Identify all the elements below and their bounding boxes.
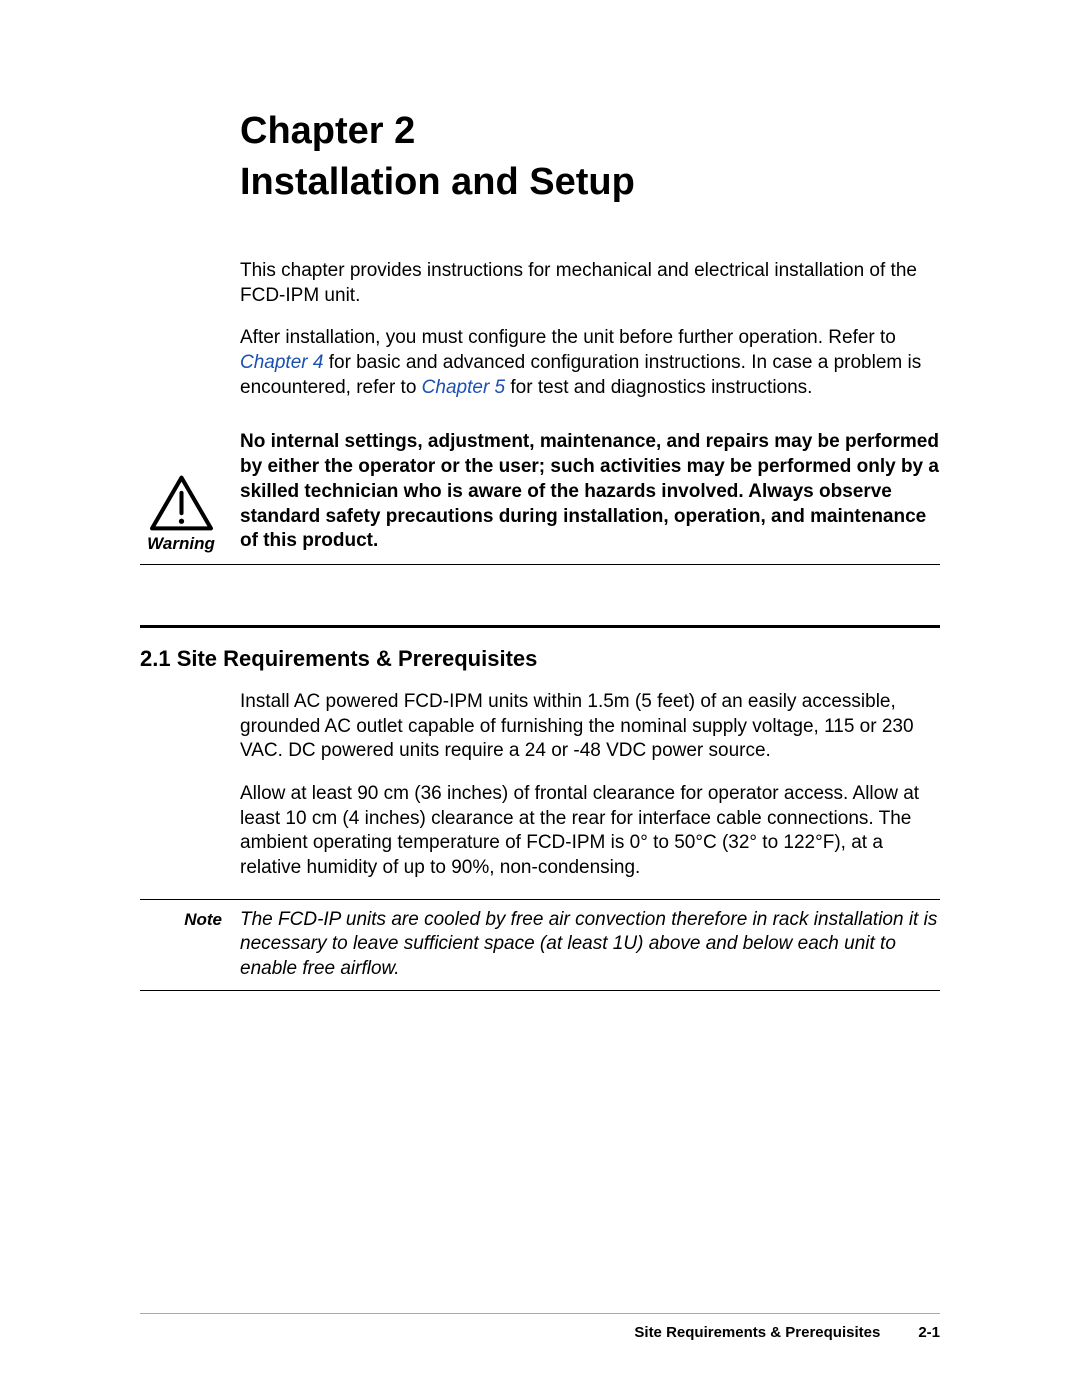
section-paragraph-2: Allow at least 90 cm (36 inches) of fron… (240, 782, 940, 881)
note-text: The FCD-IP units are cooled by free air … (240, 908, 940, 982)
intro-paragraph-1: This chapter provides instructions for m… (240, 259, 940, 308)
chapter-number: Chapter 2 (240, 110, 940, 153)
link-chapter-5[interactable]: Chapter 5 (422, 377, 505, 398)
note-block: Note The FCD-IP units are cooled by free… (140, 899, 940, 991)
footer-section-title: Site Requirements & Prerequisites (634, 1324, 880, 1341)
link-chapter-4[interactable]: Chapter 4 (240, 352, 323, 373)
section-divider: 2.1 Site Requirements & Prerequisites (140, 625, 940, 672)
warning-triangle-icon (149, 474, 214, 532)
warning-label: Warning (147, 534, 215, 554)
note-label: Note (140, 908, 222, 982)
footer-page-number: 2-1 (918, 1324, 940, 1341)
intro-paragraph-2: After installation, you must configure t… (240, 326, 940, 400)
intro-text: After installation, you must configure t… (240, 327, 896, 348)
warning-block: Warning No internal settings, adjustment… (140, 430, 940, 564)
page-footer: Site Requirements & Prerequisites 2-1 (140, 1313, 940, 1341)
warning-text: No internal settings, adjustment, mainte… (240, 430, 940, 553)
section-paragraph-1: Install AC powered FCD-IPM units within … (240, 690, 940, 764)
section-heading: 2.1 Site Requirements & Prerequisites (140, 646, 940, 672)
intro-text: for test and diagnostics instructions. (505, 377, 812, 398)
chapter-title: Installation and Setup (240, 161, 940, 204)
